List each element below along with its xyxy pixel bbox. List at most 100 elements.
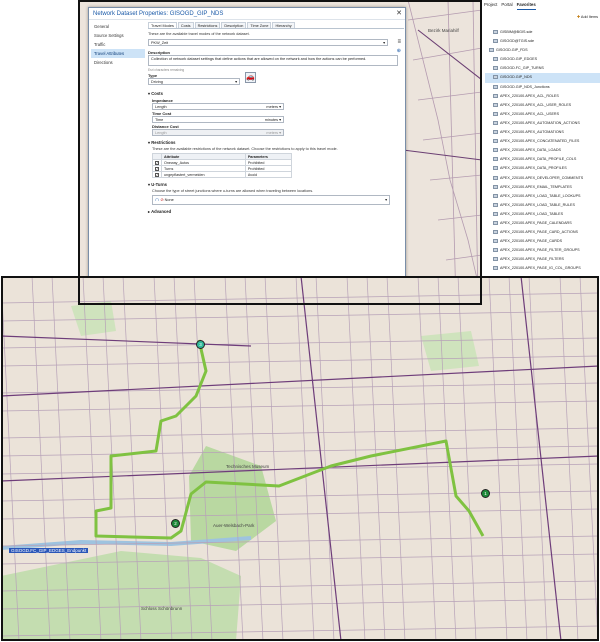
- add-items-button[interactable]: ✚ Add Items: [577, 14, 598, 19]
- catalog-tree-item[interactable]: APEX_220100.APEX_DEVELOPER_COMMENTS: [485, 174, 600, 183]
- tab-description[interactable]: Description: [221, 22, 247, 28]
- table-icon: [493, 266, 498, 271]
- feature-class-icon: [493, 66, 498, 71]
- restriction-checkbox[interactable]: ✓: [155, 172, 159, 177]
- feature-class-icon: [489, 48, 494, 53]
- advanced-section-header[interactable]: ▸ Advanced: [148, 208, 404, 216]
- catalog-tree-item[interactable]: APEX_220100.APEX_DATA_PROFILES: [485, 164, 600, 173]
- catalog-tree-item[interactable]: APEX_220100.APEX_LOAD_TABLE_LOOKUPS: [485, 192, 600, 201]
- catalog-tree-label: APEX_220100.APEX_DATA_LOADS: [500, 148, 561, 153]
- catalog-tree-item[interactable]: GISOGD@TGIS.sde: [485, 37, 600, 46]
- type-select[interactable]: Driving ▾: [148, 78, 240, 85]
- catalog-tree-item[interactable]: GISOGD.GIP_NDS_Junctions: [485, 83, 600, 92]
- route-stop-marker[interactable]: 3: [196, 340, 205, 349]
- catalog-tree-label: APEX_220100.APEX_AUTOMATIONS: [500, 130, 564, 135]
- table-icon: [493, 166, 498, 171]
- catalog-tree-item[interactable]: APEX_220100.APEX_ACL_USER_ROLES: [485, 101, 600, 110]
- impedance-select[interactable]: Length meters ▾: [152, 103, 284, 110]
- nav-item-traffic[interactable]: Traffic: [91, 40, 145, 49]
- tab-hierarchy[interactable]: Hierarchy: [272, 22, 295, 28]
- catalog-tree-item[interactable]: APEX_220100.APEX_DATA_LOADS: [485, 146, 600, 155]
- nav-item-source-settings[interactable]: Source Settings: [91, 31, 145, 40]
- restriction-attribute: ungepflastert_vermeiden: [161, 171, 246, 178]
- catalog-tree-item[interactable]: APEX_220100.APEX_ACL_ROLES: [485, 92, 600, 101]
- catalog-tree-item[interactable]: APEX_220100.APEX_AUTOMATIONS: [485, 128, 600, 137]
- dialog-nav: General Source Settings Traffic Travel A…: [91, 22, 145, 67]
- menu-icon[interactable]: ≡: [397, 39, 401, 45]
- route-stop-marker[interactable]: 2: [171, 519, 180, 528]
- nav-item-directions[interactable]: Directions: [91, 58, 145, 67]
- street-segment: [244, 276, 264, 641]
- catalog-tree-item[interactable]: APEX_220100.APEX_ACL_USERS: [485, 110, 600, 119]
- street-segment: [437, 276, 457, 641]
- table-icon: [493, 93, 498, 98]
- catalog-tree-label: GISOGD@TGIS.sde: [500, 39, 535, 44]
- database-icon: [493, 39, 498, 44]
- catalog-tree-label: APEX_220100.APEX_ACL_USER_ROLES: [500, 102, 572, 107]
- street-segment: [1, 292, 599, 304]
- street-segment: [488, 276, 508, 641]
- tab-restrictions[interactable]: Restrictions: [194, 22, 221, 28]
- nav-item-travel-attributes[interactable]: Travel Attributes: [91, 49, 145, 58]
- catalog-tree-item[interactable]: APEX_220100.APEX_AUTOMATION_ACTIONS: [485, 119, 600, 128]
- restriction-parameter[interactable]: Avoid: [244, 171, 293, 178]
- tab-costs[interactable]: Costs: [177, 22, 194, 28]
- description-field[interactable]: Collection of network dataset settings t…: [148, 55, 398, 66]
- restriction-checkbox[interactable]: ✓: [155, 160, 159, 165]
- table-icon: [493, 193, 498, 198]
- chevron-down-icon: ▾: [383, 41, 385, 45]
- close-icon[interactable]: ✕: [396, 9, 402, 17]
- street-segment: [386, 276, 406, 641]
- add-items-label: Add Items: [580, 15, 598, 19]
- tab-portal[interactable]: Portal: [501, 0, 512, 10]
- dialog-title: Network Dataset Properties: GISOGD_GIP_N…: [89, 8, 405, 20]
- tab-travel-modes[interactable]: Travel Modes: [148, 22, 177, 28]
- nav-item-general[interactable]: General: [91, 22, 145, 31]
- route-stop-marker[interactable]: 1: [481, 489, 490, 498]
- table-icon: [493, 139, 498, 144]
- tab-favorites[interactable]: Favorites: [516, 0, 536, 10]
- catalog-tree-label: APEX_220100.APEX_DATA_PROFILE_COLS: [500, 157, 577, 162]
- restrictions-table: Attribute Parameters ✓ Oneway_Autos Proh…: [152, 153, 293, 178]
- catalog-tree-item[interactable]: GISOGD.FC_GIP_TURNS: [485, 64, 600, 73]
- catalog-tree-label: APEX_220100.APEX_PAGE_FILTERS: [500, 257, 565, 262]
- esri-note: Esri characters remaining: [148, 68, 185, 72]
- map-label-schloss: Schloss Schönbrunn: [141, 606, 183, 611]
- add-travel-mode-icon[interactable]: ⊕: [397, 48, 401, 54]
- uturns-section-header[interactable]: ▾ U-Turns: [148, 181, 404, 189]
- time-cost-select[interactable]: Time minutes ▾: [152, 116, 284, 123]
- costs-section-header[interactable]: ▾ Costs: [148, 90, 404, 98]
- feature-class-icon: [493, 57, 498, 62]
- chevron-down-icon: ▾: [279, 118, 281, 122]
- tab-time-zone[interactable]: Time Zone: [247, 22, 272, 28]
- catalog-tree-item[interactable]: GISOGD.GIP_EDGES: [485, 55, 600, 64]
- table-row[interactable]: ✓ ungepflastert_vermeiden Avoid: [152, 171, 293, 178]
- catalog-tree-item[interactable]: GISBIM@BGIS.sde: [485, 28, 600, 37]
- catalog-tree-label: APEX_220100.APEX_LOAD_TABLE_RULES: [500, 202, 575, 207]
- catalog-tree-item[interactable]: APEX_220100.APEX_DATA_PROFILE_COLS: [485, 155, 600, 164]
- catalog-tree-item[interactable]: APEX_220100.APEX_PAGE_FILTERS: [485, 255, 600, 264]
- catalog-tree-item[interactable]: APEX_220100.APEX_PAGE_CARD_ACTIONS: [485, 228, 600, 237]
- restrictions-section-header[interactable]: ▾ Restrictions: [148, 139, 404, 147]
- catalog-tree-item[interactable]: APEX_220100.APEX_PAGE_IG_COL_GROUPS: [485, 264, 600, 273]
- catalog-tree-item[interactable]: APEX_220100.APEX_LOAD_TABLES: [485, 210, 600, 219]
- tab-project[interactable]: Project: [484, 0, 497, 10]
- catalog-tree-item[interactable]: APEX_220100.APEX_PAGE_CARDS: [485, 237, 600, 246]
- chevron-down-icon: ▾: [235, 80, 237, 84]
- uturns-select[interactable]: ∩ ⊘ None ▾: [152, 195, 390, 205]
- lower-map[interactable]: 1 2 3 Technisches Museum Auer-Welsbach-P…: [1, 276, 599, 641]
- prohibited-icon: ⊘: [160, 198, 164, 202]
- catalog-tree-item[interactable]: APEX_220100.APEX_LOAD_TABLE_RULES: [485, 201, 600, 210]
- catalog-tree-item[interactable]: APEX_220100.APEX_CONCATENATED_FILES: [485, 137, 600, 146]
- restriction-checkbox[interactable]: ✓: [155, 166, 159, 171]
- catalog-tree-item[interactable]: APEX_220100.APEX_PAGE_FILTER_GROUPS: [485, 246, 600, 255]
- table-icon: [493, 157, 498, 162]
- catalog-tree-item[interactable]: GISOGD.GIP_NDS: [485, 73, 600, 83]
- catalog-tree-item[interactable]: APEX_220100.APEX_PAGE_CALENDARS: [485, 219, 600, 228]
- catalog-tree-item[interactable]: GISOGD.GIP_FDS: [485, 46, 600, 55]
- table-icon: [493, 202, 498, 207]
- catalog-tree-item[interactable]: APEX_220100.APEX_EMAIL_TEMPLATES: [485, 183, 600, 192]
- street-segment: [559, 276, 579, 641]
- travel-mode-select[interactable]: PKW_Zeit ▾: [148, 39, 388, 46]
- costs-label: Costs: [151, 91, 163, 96]
